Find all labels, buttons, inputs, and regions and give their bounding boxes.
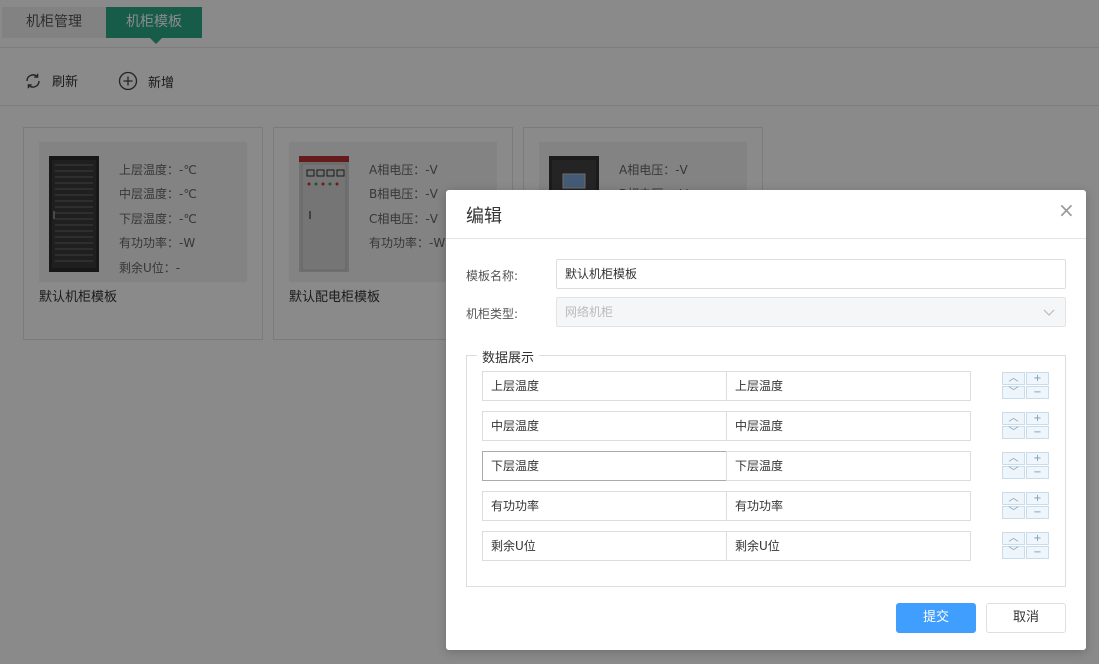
field-input[interactable]: 有功功率 <box>482 491 727 521</box>
move-up-button[interactable]: ︿ <box>1002 492 1025 505</box>
row-controls: ︿ + ﹀ − <box>1002 372 1050 400</box>
divider <box>446 238 1086 239</box>
field-input[interactable]: 下层温度 <box>482 451 727 481</box>
template-name-input[interactable]: 默认机柜模板 <box>556 259 1066 289</box>
move-down-button[interactable]: ﹀ <box>1002 386 1025 399</box>
display-name-input[interactable]: 上层温度 <box>726 371 971 401</box>
remove-row-button[interactable]: − <box>1026 546 1049 559</box>
move-up-button[interactable]: ︿ <box>1002 532 1025 545</box>
add-row-button[interactable]: + <box>1026 372 1049 385</box>
add-row-button[interactable]: + <box>1026 452 1049 465</box>
display-name-input[interactable]: 剩余U位 <box>726 531 971 561</box>
remove-row-button[interactable]: − <box>1026 466 1049 479</box>
row-controls: ︿ + ﹀ − <box>1002 492 1050 520</box>
dialog-title: 编辑 <box>466 206 502 227</box>
submit-button[interactable]: 提交 <box>896 603 976 633</box>
display-name-input[interactable]: 有功功率 <box>726 491 971 521</box>
field-input[interactable]: 上层温度 <box>482 371 727 401</box>
data-display-section: 数据展示 上层温度 上层温度 中层温度 中层温度 下层温度 下层温度 有功功率 … <box>466 347 1066 587</box>
cabinet-type-value: 网络机柜 <box>565 305 614 319</box>
remove-row-button[interactable]: − <box>1026 426 1049 439</box>
row-controls: ︿ + ﹀ − <box>1002 412 1050 440</box>
add-row-button[interactable]: + <box>1026 412 1049 425</box>
add-row-button[interactable]: + <box>1026 532 1049 545</box>
move-up-button[interactable]: ︿ <box>1002 372 1025 385</box>
remove-row-button[interactable]: − <box>1026 506 1049 519</box>
template-name-label: 模板名称: <box>466 269 519 283</box>
edit-dialog: 编辑 × 模板名称: 默认机柜模板 机柜类型: 网络机柜 数据展示 上层温度 上… <box>446 190 1086 650</box>
move-down-button[interactable]: ﹀ <box>1002 506 1025 519</box>
display-name-input[interactable]: 下层温度 <box>726 451 971 481</box>
cabinet-type-select[interactable]: 网络机柜 <box>556 297 1066 327</box>
field-input[interactable]: 剩余U位 <box>482 531 727 561</box>
section-title: 数据展示 <box>477 347 540 366</box>
remove-row-button[interactable]: − <box>1026 386 1049 399</box>
field-input[interactable]: 中层温度 <box>482 411 727 441</box>
cancel-button[interactable]: 取消 <box>986 603 1066 633</box>
close-icon[interactable]: × <box>1058 200 1075 220</box>
cabinet-type-label: 机柜类型: <box>466 307 519 321</box>
row-controls: ︿ + ﹀ − <box>1002 452 1050 480</box>
chevron-down-icon <box>1043 309 1055 316</box>
display-name-input[interactable]: 中层温度 <box>726 411 971 441</box>
move-down-button[interactable]: ﹀ <box>1002 546 1025 559</box>
move-up-button[interactable]: ︿ <box>1002 452 1025 465</box>
move-up-button[interactable]: ︿ <box>1002 412 1025 425</box>
move-down-button[interactable]: ﹀ <box>1002 466 1025 479</box>
row-controls: ︿ + ﹀ − <box>1002 532 1050 560</box>
add-row-button[interactable]: + <box>1026 492 1049 505</box>
move-down-button[interactable]: ﹀ <box>1002 426 1025 439</box>
